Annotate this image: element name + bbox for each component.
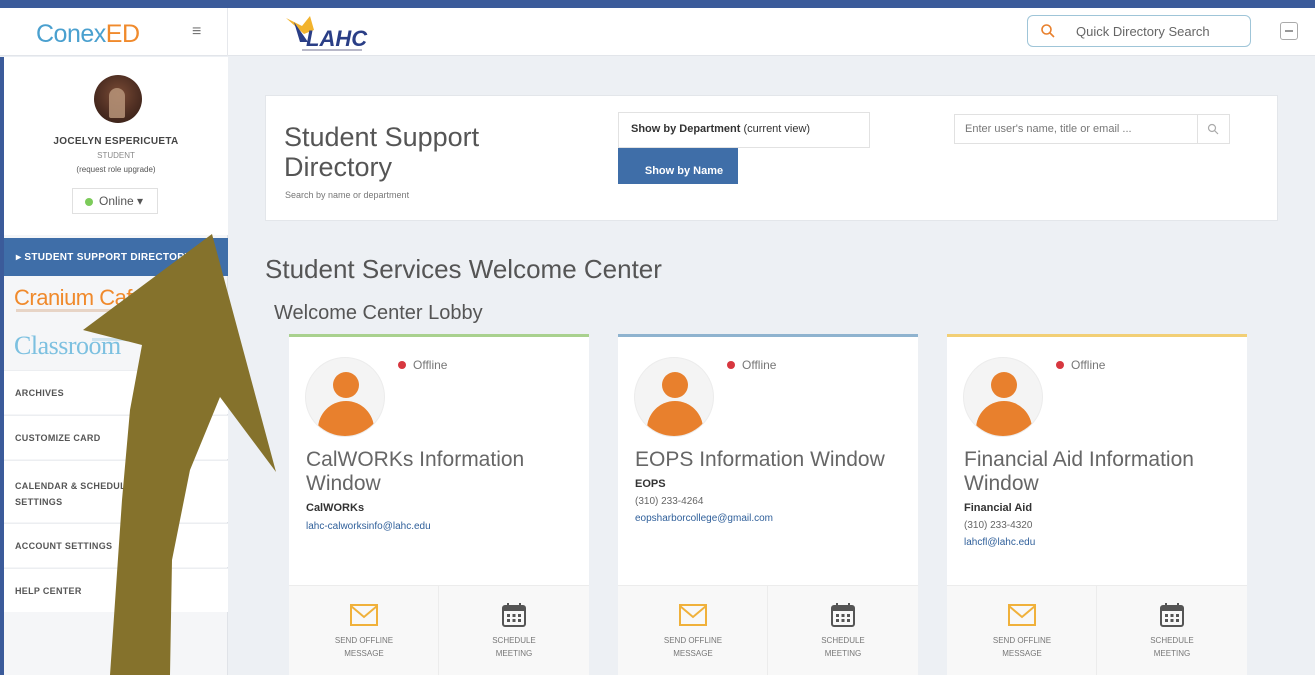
conexed-logo[interactable]: ConexED <box>36 20 140 49</box>
sidebar-item-account-settings[interactable]: ACCOUNT SETTINGS <box>4 523 228 567</box>
staff-card[interactable]: Offline Financial Aid Information Window… <box>947 334 1247 675</box>
user-placeholder-icon <box>305 357 385 437</box>
quick-search-placeholder: Quick Directory Search <box>1076 24 1210 39</box>
offline-status: Offline <box>398 358 447 372</box>
schedule-meeting-button[interactable]: SCHEDULE MEETING <box>768 586 918 675</box>
calendar-icon <box>502 603 526 627</box>
card-name: EOPS Information Window <box>635 448 885 471</box>
profile-name: JOCELYN ESPERICUETA <box>53 136 179 147</box>
lobby-title: Welcome Center Lobby <box>274 302 483 324</box>
offline-dot-icon <box>727 361 735 369</box>
sidebar-item-help-center[interactable]: HELP CENTER <box>4 568 228 612</box>
sidebar-item-label: CALENDAR & SCHEDULE <box>15 481 133 491</box>
send-offline-message-button[interactable]: SEND OFFLINE MESSAGE <box>289 586 439 675</box>
sidebar-item-archives[interactable]: ARCHIVES <box>4 370 228 414</box>
online-status-dropdown[interactable]: Online ▾ <box>72 188 158 214</box>
card-name: CalWORKs Information Window <box>306 448 525 495</box>
logout-icon[interactable] <box>1280 22 1298 40</box>
card-actions: SEND OFFLINE MESSAGE SCHEDULE MEETING <box>947 585 1247 675</box>
lahc-logo-text: LAHC <box>306 26 368 51</box>
show-by-name-button[interactable]: Show by Name <box>618 148 738 184</box>
staff-card[interactable]: Offline EOPS Information Window EOPS (31… <box>618 334 918 675</box>
schedule-meeting-button[interactable]: SCHEDULE MEETING <box>439 586 589 675</box>
user-placeholder-icon <box>963 357 1043 437</box>
classroom-tagline <box>92 338 182 341</box>
card-email[interactable]: lahc-calworksinfo@lahc.edu <box>306 521 431 532</box>
cranium-cafe-logo[interactable]: Cranium Cafe <box>14 285 144 311</box>
offline-dot-icon <box>1056 361 1064 369</box>
show-by-department-button[interactable]: Show by Department (current view) <box>618 112 870 148</box>
card-phone: (310) 233-4320 <box>964 520 1033 531</box>
lahc-logo[interactable]: LAHC <box>280 12 385 54</box>
user-placeholder-icon <box>634 357 714 437</box>
card-department: EOPS <box>635 478 666 490</box>
envelope-icon <box>350 604 378 626</box>
user-search-input[interactable]: Enter user's name, title or email ... <box>954 114 1230 144</box>
cranium-cafe-tagline <box>16 309 166 312</box>
page-title: Student Support Directory <box>284 122 480 182</box>
offline-dot-icon <box>398 361 406 369</box>
card-email[interactable]: lahcfl@lahc.edu <box>964 537 1035 548</box>
card-name: Financial Aid Information Window <box>964 448 1194 495</box>
top-accent-bar <box>0 0 1315 8</box>
sidebar: JOCELYN ESPERICUETA STUDENT (request rol… <box>0 57 228 675</box>
sidebar-item-customize-card[interactable]: CUSTOMIZE CARD <box>4 415 228 459</box>
classroom-logo[interactable]: Classroom <box>14 331 121 361</box>
offline-status: Offline <box>1056 358 1105 372</box>
card-phone: (310) 233-4264 <box>635 496 704 507</box>
section-title: Student Services Welcome Center <box>265 254 662 284</box>
envelope-icon <box>1008 604 1036 626</box>
status-label: Online ▾ <box>99 194 144 208</box>
search-icon <box>1207 123 1219 135</box>
envelope-icon <box>679 604 707 626</box>
online-dot-icon <box>85 198 93 206</box>
user-search-placeholder: Enter user's name, title or email ... <box>965 123 1132 135</box>
card-department: CalWORKs <box>306 502 365 514</box>
profile-panel: JOCELYN ESPERICUETA STUDENT (request rol… <box>4 57 228 235</box>
calendar-icon <box>831 603 855 627</box>
profile-role: STUDENT <box>97 151 135 160</box>
avatar[interactable] <box>94 75 142 123</box>
directory-panel: Student Support Directory Search by name… <box>265 95 1278 221</box>
search-icon <box>1041 24 1055 38</box>
sidebar-item-label: SETTINGS <box>15 497 63 507</box>
calendar-icon <box>1160 603 1184 627</box>
request-role-upgrade-link[interactable]: (request role upgrade) <box>4 165 228 174</box>
card-actions: SEND OFFLINE MESSAGE SCHEDULE MEETING <box>289 585 589 675</box>
hamburger-icon[interactable]: ≡ <box>192 23 201 41</box>
quick-directory-search[interactable]: Quick Directory Search <box>1027 15 1251 47</box>
staff-card[interactable]: Offline CalWORKs Information Window CalW… <box>289 334 589 675</box>
top-header: ConexED ≡ LAHC Quick Directory Search <box>0 8 1315 56</box>
page-subtitle: Search by name or department <box>285 190 410 200</box>
sidebar-item-student-support-directory[interactable]: ▸ STUDENT SUPPORT DIRECTORY <box>4 238 228 276</box>
card-actions: SEND OFFLINE MESSAGE SCHEDULE MEETING <box>618 585 918 675</box>
sidebar-item-calendar-settings[interactable]: CALENDAR & SCHEDULE SETTINGS <box>4 460 228 522</box>
card-department: Financial Aid <box>964 502 1033 514</box>
card-email[interactable]: eopsharborcollege@gmail.com <box>635 513 773 524</box>
brand-area: ConexED ≡ <box>0 8 228 56</box>
send-offline-message-button[interactable]: SEND OFFLINE MESSAGE <box>947 586 1097 675</box>
schedule-meeting-button[interactable]: SCHEDULE MEETING <box>1097 586 1247 675</box>
user-search-button[interactable] <box>1197 115 1229 143</box>
offline-status: Offline <box>727 358 776 372</box>
send-offline-message-button[interactable]: SEND OFFLINE MESSAGE <box>618 586 768 675</box>
